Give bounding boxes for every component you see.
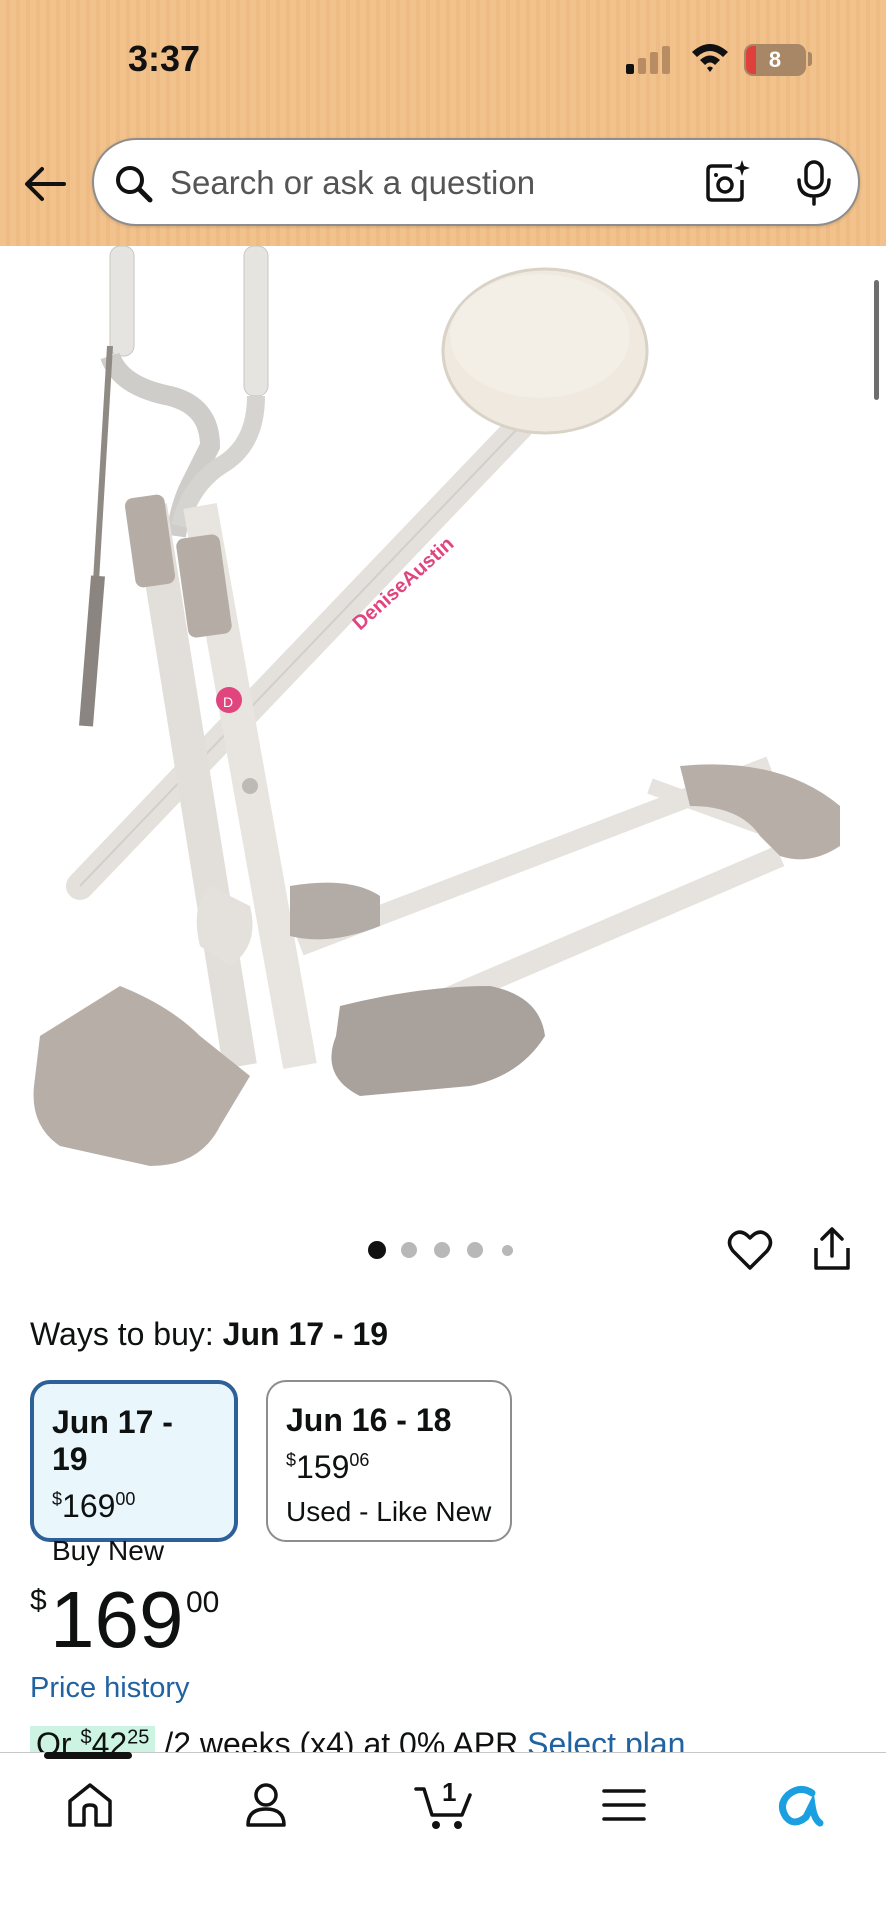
option-date: Jun 17 - 19 <box>52 1404 173 1477</box>
battery-icon: 8 <box>744 44 806 76</box>
rufus-icon[interactable] <box>772 1775 832 1835</box>
search-icon <box>116 166 153 203</box>
heart-icon[interactable] <box>726 1226 774 1274</box>
carousel-dot[interactable] <box>368 1241 386 1259</box>
account-icon[interactable] <box>236 1775 296 1835</box>
option-condition: Buy New <box>52 1535 165 1566</box>
logo-letter: D <box>223 694 233 710</box>
carousel-dots[interactable] <box>368 1241 528 1262</box>
option-condition: Used - Like New <box>286 1496 492 1527</box>
price-currency: $ <box>30 1584 47 1617</box>
elliptical-stepper-image: DeniseAustin D <box>33 246 840 1166</box>
scroll-indicator[interactable] <box>874 280 879 400</box>
option-price: $16900 <box>52 1488 136 1524</box>
ways-to-buy-date: Jun 17 - 19 <box>222 1316 389 1352</box>
microphone-icon[interactable] <box>792 158 836 206</box>
ways-to-buy-label: Ways to buy: <box>30 1316 223 1352</box>
share-icon[interactable] <box>808 1226 856 1274</box>
signal-icon <box>626 46 674 74</box>
ways-to-buy: Ways to buy: Jun 17 - 19 <box>30 1316 388 1353</box>
carousel-dot[interactable] <box>401 1242 417 1258</box>
select-plan-link[interactable]: Select plan <box>527 1726 685 1752</box>
battery-level: 8 <box>768 47 782 72</box>
carousel-dot[interactable] <box>434 1242 450 1258</box>
installment-plan: Or $4225 /2 weeks (x4) at 0% APR Select … <box>30 1726 860 1752</box>
price-whole: 169 <box>50 1575 184 1664</box>
wifi-icon <box>692 44 728 72</box>
buy-option-new[interactable]: Jun 17 - 19 $16900 Buy New <box>30 1380 238 1566</box>
option-date: Jun 16 - 18 <box>286 1402 452 1438</box>
back-arrow-icon[interactable] <box>20 158 72 210</box>
home-icon[interactable] <box>60 1775 120 1835</box>
search-placeholder: Search or ask a question <box>170 164 536 201</box>
installment-terms: /2 weeks (x4) at 0% APR <box>155 1726 528 1752</box>
carousel-dot[interactable] <box>467 1242 483 1258</box>
menu-icon[interactable] <box>594 1775 654 1835</box>
installment-badge: Or $4225 <box>30 1726 156 1752</box>
price-fraction: 00 <box>186 1586 220 1619</box>
cart-count: 1 <box>442 1777 456 1807</box>
bottom-nav: 1 <box>0 1752 886 1920</box>
status-time: 3:37 <box>128 38 201 79</box>
header: 3:37 8 Search or ask a question <box>0 0 886 246</box>
search-input[interactable]: Search or ask a question <box>92 138 860 226</box>
buy-option-used[interactable]: Jun 16 - 18 $15906 Used - Like New <box>266 1380 512 1542</box>
carousel-dot[interactable] <box>502 1245 513 1256</box>
battery-tip <box>808 52 812 66</box>
product-image[interactable]: DeniseAustin D <box>0 246 886 1176</box>
home-indicator <box>44 1752 132 1759</box>
cart-icon[interactable]: 1 <box>412 1775 478 1835</box>
option-price: $15906 <box>286 1449 370 1485</box>
price-history-link[interactable]: Price history <box>30 1672 190 1705</box>
camera-lens-icon[interactable] <box>702 158 750 206</box>
